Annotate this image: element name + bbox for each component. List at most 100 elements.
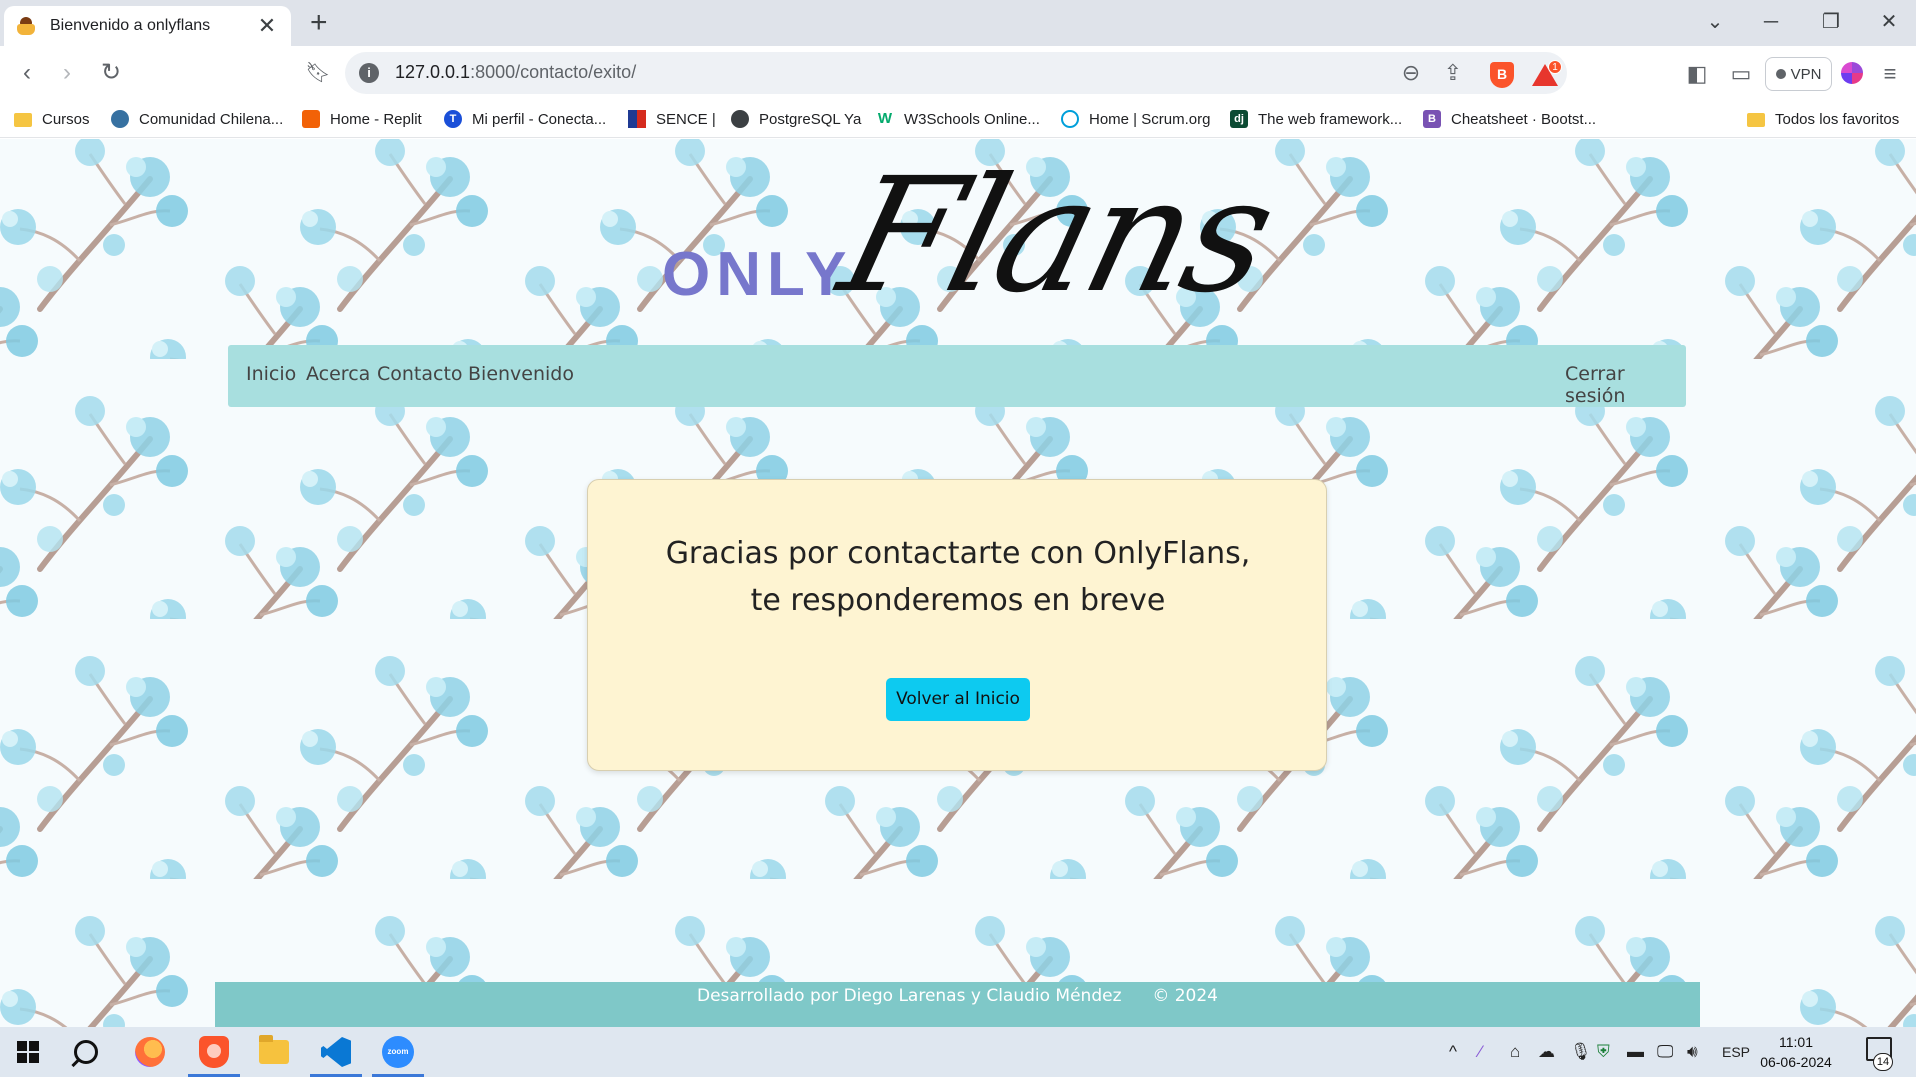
success-card: Gracias por contactarte con OnlyFlans, t… bbox=[587, 479, 1327, 771]
zoom-icon: zoom bbox=[382, 1036, 414, 1068]
success-message-line2: te responderemos en breve bbox=[750, 583, 1166, 618]
bookmark-label: Cursos bbox=[42, 110, 90, 128]
wallet-icon[interactable]: ▭ bbox=[1727, 60, 1755, 88]
page-viewport: ONLY Flans Inicio Acerca Contacto Bienve… bbox=[0, 139, 1916, 1027]
site-footer: Desarrollado por Diego Larenas y Claudio… bbox=[215, 982, 1700, 1027]
address-bar[interactable]: i 127.0.0.1:8000/contacto/exito/ ⊖ ⇪ bbox=[345, 52, 1567, 94]
flan-favicon-icon bbox=[16, 16, 36, 36]
windows-taskbar: zoom ^ ⁄ ⌂ ☁ 🎙︎ ⛨ ▬ 🖵︎ 🔊︎ ESP 11:01 06-0… bbox=[0, 1027, 1916, 1077]
tab-title: Bienvenido a onlyflans bbox=[50, 17, 211, 34]
talana-icon: T bbox=[444, 110, 462, 128]
bookmark-postgresql[interactable]: PostgreSQL Ya bbox=[731, 106, 861, 132]
sence-icon bbox=[628, 110, 646, 128]
bookmark-label: Cheatsheet · Bootst... bbox=[1451, 110, 1597, 128]
security-icon[interactable]: ⛨ bbox=[1597, 1041, 1610, 1063]
restore-icon[interactable]: ❐ bbox=[1816, 10, 1846, 34]
meet-icon[interactable]: ⌂ bbox=[1510, 1041, 1520, 1063]
reload-icon[interactable]: ↻ bbox=[96, 58, 126, 88]
replit-icon bbox=[302, 110, 320, 128]
success-message: Gracias por contactarte con OnlyFlans, t… bbox=[588, 530, 1328, 624]
forward-icon[interactable]: › bbox=[52, 58, 82, 88]
search-icon bbox=[74, 1040, 98, 1064]
volume-icon[interactable]: 🔊︎ bbox=[1687, 1041, 1698, 1063]
tray-chevron-icon[interactable]: ^ bbox=[1449, 1041, 1457, 1063]
back-home-button[interactable]: Volver al Inicio bbox=[886, 678, 1030, 721]
bookmark-sence[interactable]: SENCE | bbox=[628, 106, 716, 132]
profile-icon[interactable] bbox=[1841, 62, 1863, 84]
bookmark-label: Todos los favoritos bbox=[1775, 110, 1900, 128]
brave-icon bbox=[199, 1036, 229, 1068]
brave-shields-icon[interactable]: B bbox=[1490, 62, 1514, 88]
bootstrap-icon: B bbox=[1423, 110, 1441, 128]
nav-inicio[interactable]: Inicio bbox=[246, 363, 296, 385]
python-icon bbox=[111, 110, 129, 128]
start-button[interactable] bbox=[0, 1027, 56, 1077]
back-icon[interactable]: ‹ bbox=[12, 58, 42, 88]
taskbar-brave[interactable] bbox=[186, 1027, 242, 1077]
bookmark-bootstrap[interactable]: B Cheatsheet · Bootst... bbox=[1423, 106, 1596, 132]
bookmark-replit[interactable]: Home - Replit bbox=[302, 106, 422, 132]
bookmarks-bar: Cursos Comunidad Chilena... Home - Repli… bbox=[0, 100, 1916, 138]
bookmark-w3schools[interactable]: W W3Schools Online... bbox=[876, 106, 1040, 132]
bookmark-all-favorites[interactable]: Todos los favoritos bbox=[1747, 106, 1899, 132]
bookmark-django[interactable]: dj The web framework... bbox=[1230, 106, 1402, 132]
vpn-status-icon bbox=[1775, 69, 1786, 79]
network-icon[interactable]: 🖵︎ bbox=[1657, 1041, 1673, 1063]
nav-logout[interactable]: Cerrar sesión bbox=[1565, 363, 1686, 407]
clock-time: 11:01 bbox=[1779, 1034, 1813, 1050]
zoom-icon[interactable]: ⊖ bbox=[1397, 60, 1425, 86]
taskbar-firefox[interactable] bbox=[122, 1027, 178, 1077]
vpn-button[interactable]: VPN bbox=[1765, 57, 1832, 91]
clock-date: 06-06-2024 bbox=[1760, 1054, 1832, 1070]
url-host: 127.0.0.1 bbox=[395, 62, 471, 82]
share-icon[interactable]: ⇪ bbox=[1439, 60, 1467, 86]
bookmark-label: Home | Scrum.org bbox=[1089, 110, 1211, 128]
onlyflans-logo[interactable]: ONLY Flans bbox=[660, 144, 1288, 341]
tab-strip: Bienvenido a onlyflans ✕ + ⌄ ─ ❐ ✕ bbox=[0, 0, 1916, 46]
taskbar-file-explorer[interactable] bbox=[246, 1027, 302, 1077]
bookmark-cursos[interactable]: Cursos bbox=[14, 106, 90, 132]
logo-only-text: ONLY bbox=[662, 240, 853, 309]
rewards-badge: 1 bbox=[1548, 60, 1562, 74]
file-explorer-icon bbox=[259, 1035, 289, 1064]
scrum-icon bbox=[1061, 110, 1079, 128]
django-icon: dj bbox=[1230, 110, 1248, 128]
bookmark-label: Comunidad Chilena... bbox=[139, 110, 284, 128]
vpn-label: VPN bbox=[1790, 65, 1822, 83]
bookmark-mi-perfil[interactable]: T Mi perfil - Conecta... bbox=[444, 106, 606, 132]
tab-search-chevron-icon[interactable]: ⌄ bbox=[1700, 10, 1730, 34]
nav-acerca[interactable]: Acerca bbox=[306, 363, 370, 385]
site-info-icon[interactable]: i bbox=[359, 63, 379, 83]
close-window-icon[interactable]: ✕ bbox=[1874, 10, 1904, 34]
bookmark-label: Home - Replit bbox=[330, 110, 422, 128]
nav-contacto[interactable]: Contacto bbox=[377, 363, 463, 385]
nav-bienvenido[interactable]: Bienvenido bbox=[468, 363, 574, 385]
browser-toolbar: ‹ › ↻ 🔖︎ i 127.0.0.1:8000/contacto/exito… bbox=[0, 46, 1916, 100]
new-tab-button[interactable]: + bbox=[310, 8, 328, 38]
logo-flans-text: Flans bbox=[825, 144, 1289, 328]
brave-rewards-icon[interactable]: 1 bbox=[1532, 60, 1562, 88]
url-path: :8000/contacto/exito/ bbox=[470, 62, 637, 82]
url-text[interactable]: 127.0.0.1:8000/contacto/exito/ bbox=[395, 62, 636, 83]
bookmark-icon[interactable]: 🔖︎ bbox=[303, 58, 333, 88]
system-clock[interactable]: 11:01 06-06-2024 bbox=[1746, 1032, 1846, 1072]
success-message-line1: Gracias por contactarte con OnlyFlans, bbox=[665, 536, 1251, 571]
bookmark-comunidad-chilena[interactable]: Comunidad Chilena... bbox=[111, 106, 283, 132]
bookmark-label: W3Schools Online... bbox=[904, 110, 1040, 128]
microphone-icon[interactable]: 🎙︎ bbox=[1570, 1041, 1592, 1063]
folder-icon bbox=[14, 113, 32, 127]
tab-active[interactable]: Bienvenido a onlyflans ✕ bbox=[4, 6, 291, 46]
vscode-icon bbox=[321, 1037, 351, 1067]
onedrive-icon[interactable]: ☁ bbox=[1538, 1041, 1555, 1063]
taskbar-zoom[interactable]: zoom bbox=[370, 1027, 426, 1077]
search-button[interactable] bbox=[58, 1027, 114, 1077]
bookmark-scrum[interactable]: Home | Scrum.org bbox=[1061, 106, 1210, 132]
close-tab-icon[interactable]: ✕ bbox=[255, 15, 279, 37]
taskbar-vscode[interactable] bbox=[308, 1027, 364, 1077]
pen-icon[interactable]: ⁄ bbox=[1479, 1041, 1482, 1063]
folder-icon bbox=[1747, 113, 1765, 127]
sidebar-icon[interactable]: ◧ bbox=[1683, 60, 1711, 88]
battery-icon[interactable]: ▬ bbox=[1627, 1041, 1644, 1063]
minimize-icon[interactable]: ─ bbox=[1756, 10, 1786, 34]
menu-icon[interactable]: ≡ bbox=[1876, 60, 1904, 88]
